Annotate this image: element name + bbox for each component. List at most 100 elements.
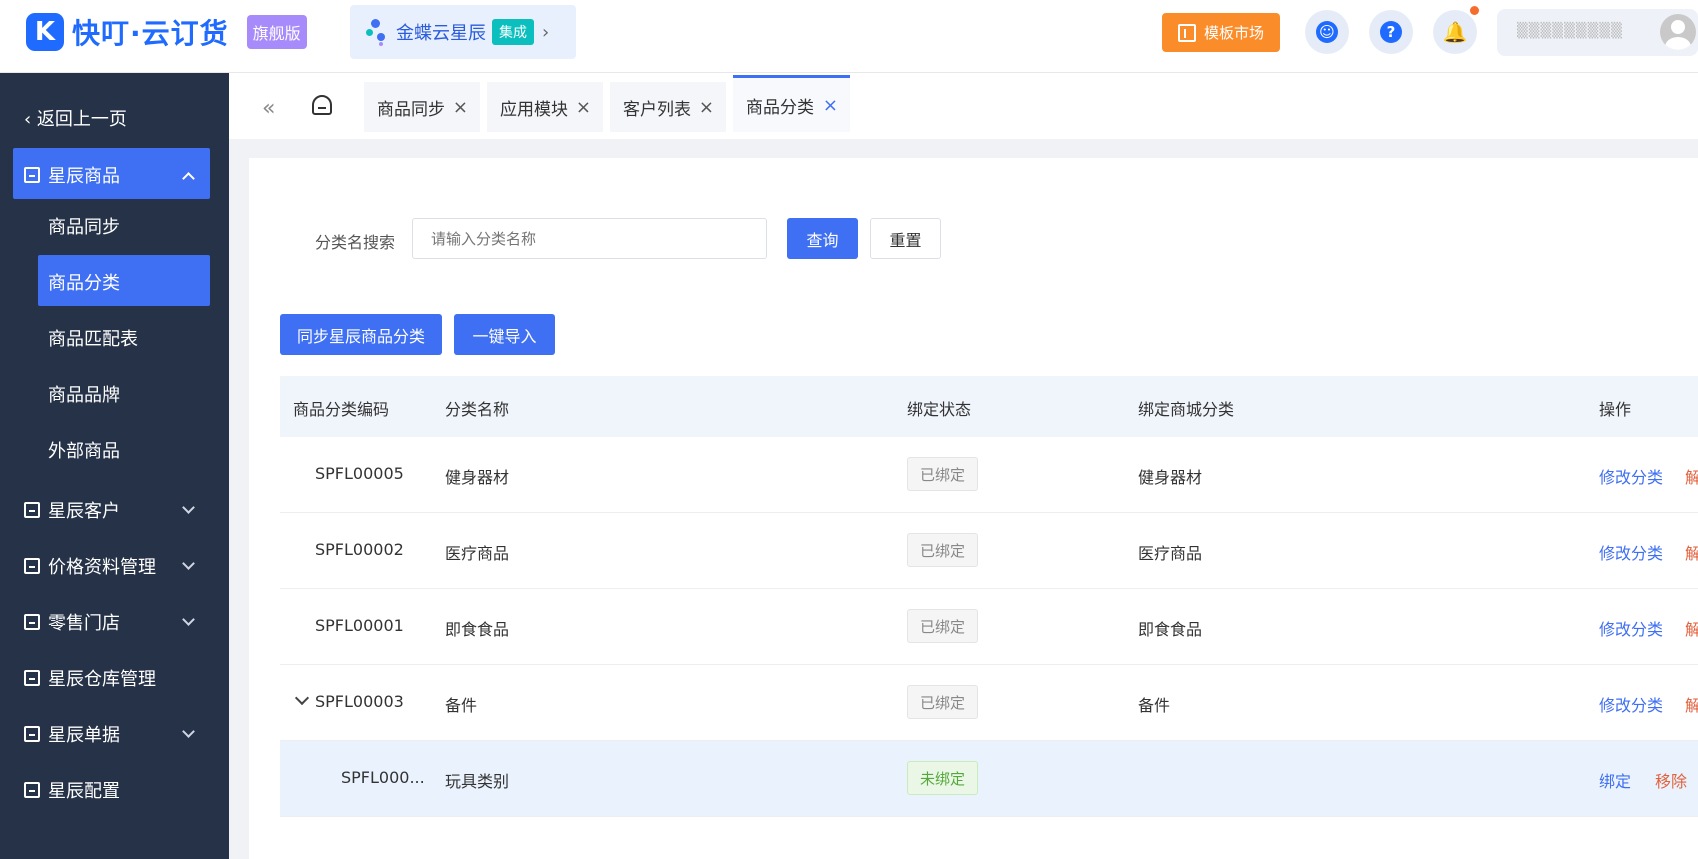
menu-icon xyxy=(24,558,40,574)
tab-goods-sync[interactable]: 商品同步 × xyxy=(364,82,480,132)
sidebar-group-documents[interactable]: 星辰单据 xyxy=(24,721,120,747)
sidebar-group-customers[interactable]: 星辰客户 xyxy=(24,497,120,523)
sidebar-item-goods-sync[interactable]: 商品同步 xyxy=(48,213,120,239)
home-icon[interactable] xyxy=(312,95,332,115)
sidebar-group-retail-store[interactable]: 零售门店 xyxy=(24,609,120,635)
tab-label: 客户列表 xyxy=(623,99,691,120)
status-badge: 未绑定 xyxy=(907,761,979,795)
sidebar-group-label: 星辰客户 xyxy=(48,501,120,522)
customer-service-button[interactable]: ☺ xyxy=(1305,10,1349,54)
close-icon[interactable]: × xyxy=(453,97,468,118)
sidebar-item-goods-category[interactable]: 商品分类 xyxy=(48,269,120,295)
category-code: SPFL00003 xyxy=(315,692,404,711)
edit-category-link[interactable]: 修改分类 xyxy=(1599,540,1663,564)
back-link[interactable]: ‹ 返回上一页 xyxy=(24,105,127,131)
tab-label: 商品分类 xyxy=(746,97,814,118)
mall-category: 医疗商品 xyxy=(1138,544,1203,563)
sidebar-group-xingchen-goods[interactable]: 星辰商品 xyxy=(24,162,120,188)
reset-button[interactable]: 重置 xyxy=(870,218,941,259)
notification-dot xyxy=(1470,6,1479,15)
edit-category-link[interactable]: 修改分类 xyxy=(1599,616,1663,640)
table-row[interactable]: SPFL00005 健身器材 已绑定 健身器材 修改分类 解 xyxy=(280,437,1698,513)
menu-icon xyxy=(24,782,40,798)
template-market-button[interactable]: 模板市场 xyxy=(1162,13,1280,52)
help-button[interactable]: ? xyxy=(1369,10,1413,54)
column-header: 绑定商城分类 xyxy=(1138,400,1235,419)
notification-button[interactable]: 🔔 xyxy=(1433,10,1477,54)
sidebar-group-label: 星辰商品 xyxy=(48,166,120,187)
edit-category-link[interactable]: 修改分类 xyxy=(1599,464,1663,488)
menu-icon xyxy=(24,614,40,630)
table-header: 商品分类编码 分类名称 绑定状态 绑定商城分类 操作 xyxy=(280,376,1698,437)
brand-logo[interactable]: K 快叮·云订货 旗舰版 xyxy=(26,12,307,52)
table-row[interactable]: SPFL00001 即食食品 已绑定 即食食品 修改分类 解 xyxy=(280,589,1698,665)
tab-app-module[interactable]: 应用模块 × xyxy=(487,82,603,132)
query-button[interactable]: 查询 xyxy=(787,218,858,259)
sidebar-group-label: 星辰仓库管理 xyxy=(48,669,156,690)
close-icon[interactable]: × xyxy=(576,97,591,118)
chevron-right-icon: › xyxy=(542,21,550,43)
category-search-input[interactable] xyxy=(412,218,767,259)
mall-category: 即食食品 xyxy=(1138,620,1203,639)
category-name: 医疗商品 xyxy=(445,544,510,563)
expand-chevron-icon[interactable] xyxy=(294,690,310,706)
mall-category: 备件 xyxy=(1138,696,1171,715)
column-header: 商品分类编码 xyxy=(293,400,390,419)
top-bar: K 快叮·云订货 旗舰版 金蝶云星辰 集成 › 模板市场 ☺ ? 🔔 ▒▒▒▒▒… xyxy=(0,0,1698,73)
category-code: SPFL00002 xyxy=(315,540,404,559)
status-badge: 已绑定 xyxy=(907,609,979,643)
collapse-tabs-icon[interactable]: « xyxy=(262,96,275,121)
sidebar-group-label: 星辰配置 xyxy=(48,781,120,802)
sidebar-item-goods-match[interactable]: 商品匹配表 xyxy=(48,325,138,351)
remove-link[interactable]: 移除 xyxy=(1655,768,1687,792)
integration-tag: 集成 xyxy=(492,19,534,45)
status-badge: 已绑定 xyxy=(907,685,979,719)
table-row[interactable]: SPFL000... 玩具类别 未绑定 绑定 移除 xyxy=(280,741,1698,817)
column-header: 分类名称 xyxy=(445,400,510,419)
one-click-import-button[interactable]: 一键导入 xyxy=(454,314,555,355)
bind-link[interactable]: 绑定 xyxy=(1599,768,1631,792)
kingdee-name: 金蝶云星辰 xyxy=(396,23,486,44)
menu-icon xyxy=(24,502,40,518)
sync-category-button[interactable]: 同步星辰商品分类 xyxy=(280,314,442,355)
close-icon[interactable]: × xyxy=(823,95,838,116)
category-code: SPFL00001 xyxy=(315,616,404,635)
unbind-link[interactable]: 解 xyxy=(1685,540,1698,564)
menu-icon xyxy=(24,167,40,183)
sidebar-item-external-goods[interactable]: 外部商品 xyxy=(48,437,120,463)
user-name: ▒▒▒▒▒▒▒▒▒ xyxy=(1517,23,1623,39)
sidebar-group-label: 星辰单据 xyxy=(48,725,120,746)
bell-icon: 🔔 xyxy=(1442,20,1468,44)
back-label: 返回上一页 xyxy=(36,109,127,130)
category-code: SPFL000... xyxy=(341,768,425,787)
table-row[interactable]: SPFL00003 备件 已绑定 备件 修改分类 解 xyxy=(280,665,1698,741)
sidebar-item-goods-brand[interactable]: 商品品牌 xyxy=(48,381,120,407)
avatar xyxy=(1660,14,1696,50)
status-badge: 已绑定 xyxy=(907,457,979,491)
unbind-link[interactable]: 解 xyxy=(1685,464,1698,488)
column-header: 绑定状态 xyxy=(907,400,972,419)
user-menu[interactable]: ▒▒▒▒▒▒▒▒▒ xyxy=(1497,9,1698,56)
sidebar-group-price[interactable]: 价格资料管理 xyxy=(24,553,156,579)
table-row[interactable]: SPFL00002 医疗商品 已绑定 医疗商品 修改分类 解 xyxy=(280,513,1698,589)
tab-label: 商品同步 xyxy=(377,99,445,120)
close-icon[interactable]: × xyxy=(699,97,714,118)
category-name: 健身器材 xyxy=(445,468,510,487)
sidebar-group-config[interactable]: 星辰配置 xyxy=(24,777,120,803)
unbind-link[interactable]: 解 xyxy=(1685,692,1698,716)
tab-customer-list[interactable]: 客户列表 × xyxy=(610,82,726,132)
sidebar-group-label: 零售门店 xyxy=(48,613,120,634)
mall-category: 健身器材 xyxy=(1138,468,1203,487)
brand-name: 快叮·云订货 xyxy=(72,17,229,50)
sidebar-group-warehouse[interactable]: 星辰仓库管理 xyxy=(24,665,156,691)
tab-label: 应用模块 xyxy=(500,99,568,120)
tab-goods-category[interactable]: 商品分类 × xyxy=(733,75,850,132)
category-name: 即食食品 xyxy=(445,620,510,639)
unbind-link[interactable]: 解 xyxy=(1685,616,1698,640)
edit-category-link[interactable]: 修改分类 xyxy=(1599,692,1663,716)
question-icon: ? xyxy=(1380,21,1402,43)
status-badge: 已绑定 xyxy=(907,533,979,567)
kingdee-integration-link[interactable]: 金蝶云星辰 集成 › xyxy=(350,5,576,59)
edition-badge: 旗舰版 xyxy=(246,15,307,49)
sidebar-group-label: 价格资料管理 xyxy=(48,557,156,578)
